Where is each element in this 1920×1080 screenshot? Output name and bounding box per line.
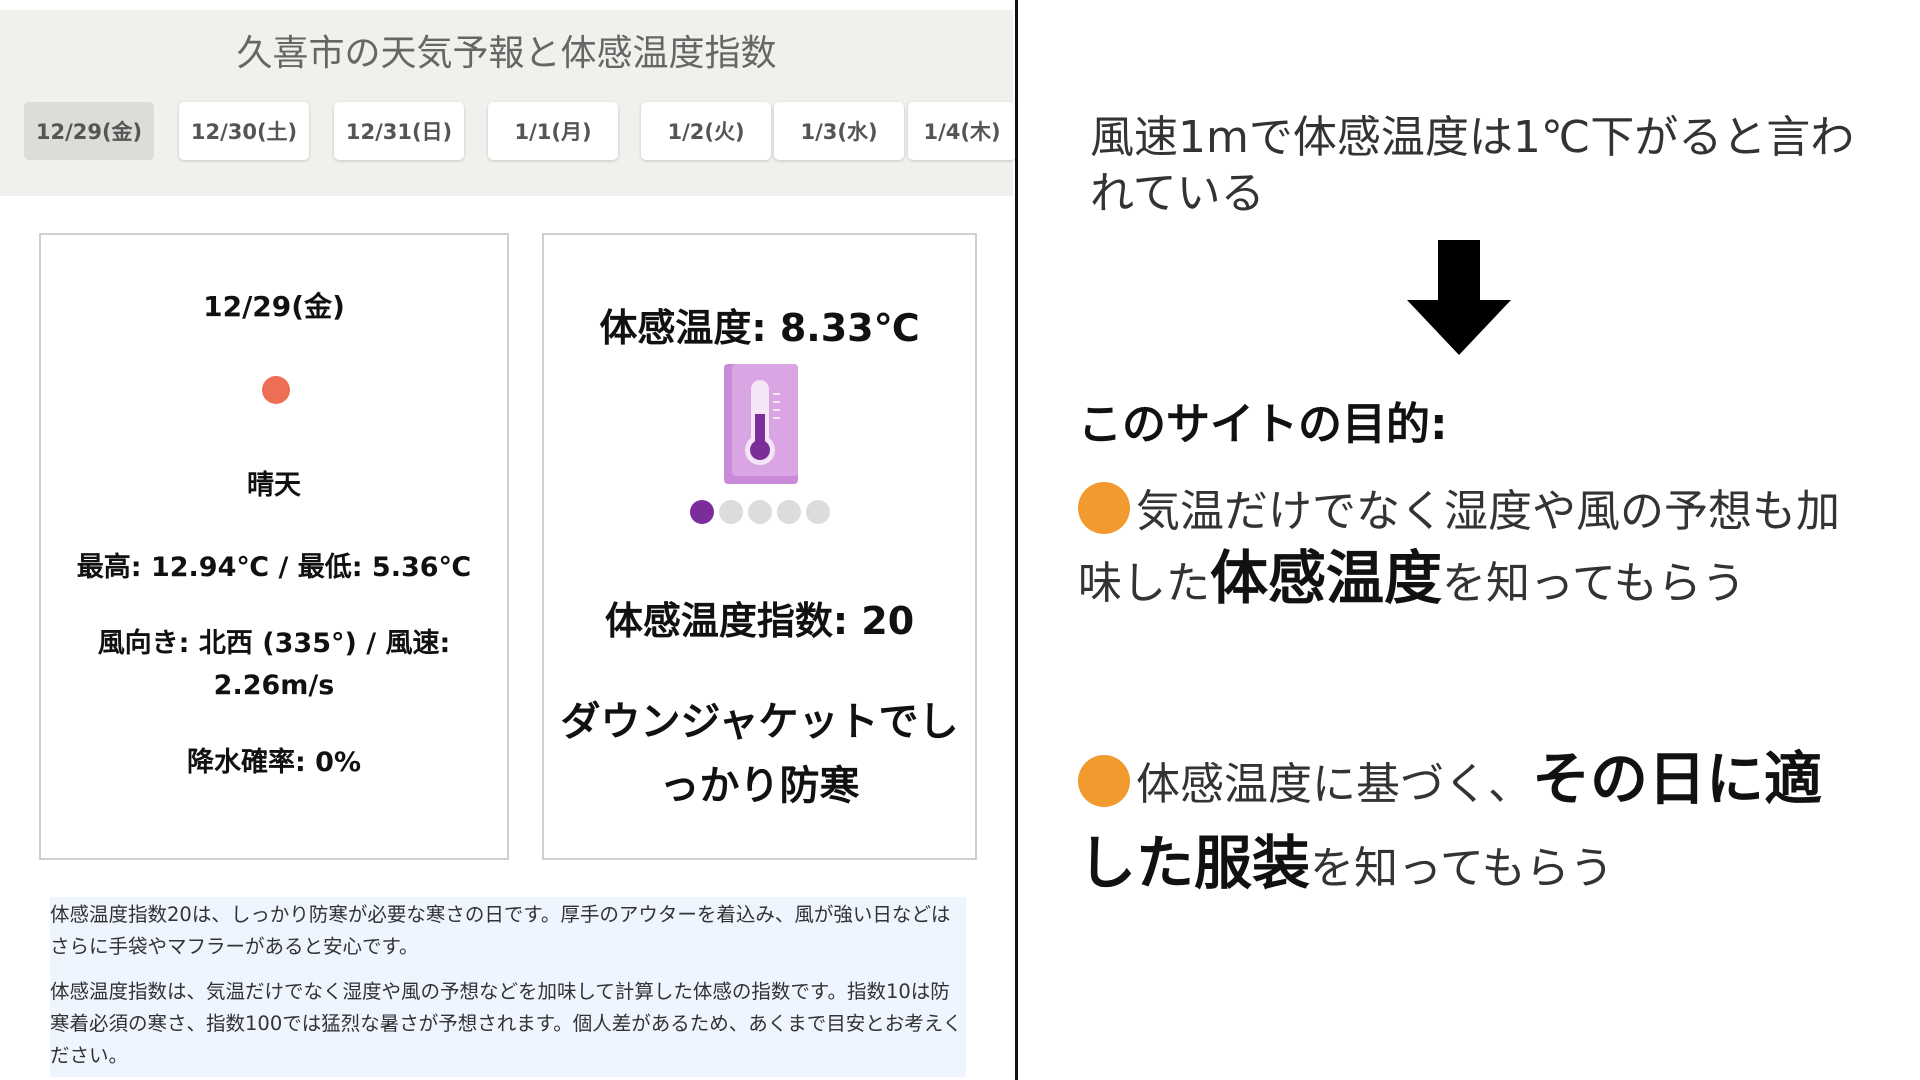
point-2-suffix: を知ってもらう (1310, 843, 1614, 894)
weather-site-screenshot: 久喜市の天気予報と体感温度指数 12/29(金) 12/30(土) 12/31(… (0, 0, 1016, 1080)
wind-info: 風向き: 北西 (335°) / 風速: 2.26m/s (97, 628, 451, 701)
tab-1230[interactable]: 12/30(土) (179, 102, 309, 160)
point-1-emphasis: 体感温度 (1210, 544, 1443, 612)
point-1-suffix: を知ってもらう (1442, 558, 1746, 609)
point-2-text: 体感温度に基づく、 (1136, 759, 1532, 810)
tab-0101[interactable]: 1/1(月) (488, 102, 618, 160)
thermometer-icon (724, 364, 798, 484)
feel-temperature: 体感温度: 8.33℃ (599, 306, 920, 350)
purpose-heading: このサイトの目的: (1078, 399, 1448, 450)
site-header: 久喜市の天気予報と体感温度指数 12/29(金) 12/30(土) 12/31(… (0, 10, 1016, 196)
feel-index: 体感温度指数: 20 (604, 599, 915, 643)
tab-0103[interactable]: 1/3(水) (774, 102, 904, 160)
clothing-advice: ダウンジャケットでしっかり防寒 (560, 699, 959, 809)
tab-1229[interactable]: 12/29(金) (24, 102, 154, 160)
card-date: 12/29(金) (203, 290, 345, 323)
tab-0104[interactable]: 1/4(木) (908, 102, 1016, 160)
purpose-point-2: 体感温度に基づく、その日に適した服装を知ってもらう (1078, 740, 1878, 908)
down-arrow-icon (1407, 240, 1511, 355)
bullet-icon (1078, 482, 1130, 534)
level-dot (690, 500, 714, 524)
tab-0102[interactable]: 1/2(火) (641, 102, 771, 160)
level-dot (748, 500, 772, 524)
info-box: 体感温度指数20は、しっかり防寒が必要な寒さの日です。厚手のアウターを着込み、風… (50, 897, 966, 1077)
info-paragraph-1: 体感温度指数20は、しっかり防寒が必要な寒さの日です。厚手のアウターを着込み、風… (50, 903, 951, 958)
precipitation-probability: 降水確率: 0% (186, 747, 362, 778)
feel-temperature-card: 体感温度: 8.33℃ 体感温度指数: 20 ダウンジャケットでしっかり防寒 (542, 233, 977, 860)
explanation-panel: 風速1mで体感温度は1℃下がると言われている このサイトの目的: 気温だけでなく… (1018, 0, 1920, 1080)
info-paragraph-2: 体感温度指数は、気温だけでなく湿度や風の予想などを加味して計算した体感の指数です… (50, 980, 963, 1067)
purpose-point-1: 気温だけでなく湿度や風の予想も加味した体感温度を知ってもらう (1078, 478, 1878, 617)
premise-text: 風速1mで体感温度は1℃下がると言われている (1090, 112, 1855, 219)
tab-1231[interactable]: 12/31(日) (334, 102, 464, 160)
sun-icon (262, 376, 290, 404)
weather-description: 晴天 (247, 470, 301, 501)
page-title: 久喜市の天気予報と体感温度指数 (236, 33, 777, 74)
weather-card: 12/29(金) 晴天 最高: 12.94℃ / 最低: 5.36℃ 風向き: … (39, 233, 509, 860)
temperature-range: 最高: 12.94℃ / 最低: 5.36℃ (76, 552, 472, 583)
level-dot (806, 500, 830, 524)
level-dot (777, 500, 801, 524)
bullet-icon (1078, 755, 1130, 807)
level-dot (719, 500, 743, 524)
feel-index-level (690, 500, 840, 528)
